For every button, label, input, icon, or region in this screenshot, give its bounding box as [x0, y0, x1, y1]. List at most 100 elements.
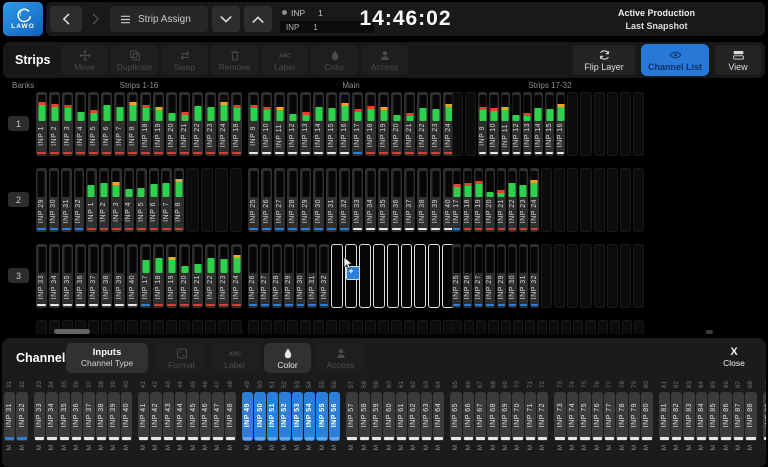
channel-strip[interactable]: INP 21 — [179, 92, 190, 156]
channel-strip[interactable]: INP 27 — [274, 168, 285, 232]
channel-strip[interactable]: INP 18 — [140, 92, 151, 156]
channel-strip[interactable]: INP 29 — [284, 244, 294, 308]
channel-strip[interactable]: INP 38 — [101, 244, 112, 308]
empty-strip[interactable] — [594, 92, 605, 156]
channel-strip[interactable]: INP 10 — [261, 92, 272, 156]
channel-tile[interactable]: INP 70 — [512, 392, 523, 441]
channel-tile[interactable]: INP 58 — [359, 392, 370, 441]
channel-tile[interactable]: INP 80 — [641, 392, 652, 441]
channel-strip[interactable]: INP 32 — [530, 244, 539, 308]
channel-strip[interactable]: INP 20 — [179, 244, 190, 308]
empty-strip[interactable] — [488, 320, 498, 334]
channel-tile[interactable]: INP 39 — [108, 392, 119, 441]
channel-strip[interactable]: INP 20 — [166, 92, 177, 156]
empty-strip[interactable] — [274, 320, 285, 334]
channel-tile[interactable]: INP 53 — [292, 392, 303, 441]
channel-tile[interactable]: INP 86 — [720, 392, 731, 441]
channel-strip[interactable]: INP 27 — [474, 244, 483, 308]
empty-strip[interactable] — [404, 320, 415, 334]
channel-tile[interactable]: INP 73 — [554, 392, 565, 441]
channel-strip[interactable]: INP 17 — [140, 244, 151, 308]
channel-strip[interactable]: INP 12 — [512, 92, 521, 156]
empty-strip[interactable] — [417, 320, 428, 334]
channel-tile[interactable]: INP 60 — [383, 392, 394, 441]
channel-tile[interactable]: INP 49 — [242, 392, 253, 441]
channel-strip[interactable]: INP 21 — [404, 92, 415, 156]
drop-target-strip[interactable] — [414, 244, 426, 308]
channel-strip[interactable]: INP 15 — [326, 92, 337, 156]
drop-target-strip[interactable] — [401, 244, 413, 308]
empty-strip[interactable] — [230, 168, 243, 232]
empty-strip[interactable] — [205, 320, 216, 334]
empty-strip[interactable] — [598, 320, 608, 334]
channel-tile[interactable]: INP 82 — [671, 392, 682, 441]
channel-strip[interactable]: INP 11 — [274, 92, 285, 156]
empty-strip[interactable] — [352, 320, 363, 334]
empty-strip[interactable] — [114, 320, 125, 334]
channel-strip[interactable]: INP 33 — [352, 168, 363, 232]
channel-strip[interactable]: INP 25 — [248, 168, 259, 232]
channel-strip[interactable]: INP 3 — [62, 92, 73, 156]
channel-strip[interactable]: INP 24 — [218, 92, 229, 156]
channel-strip[interactable]: INP 31 — [519, 244, 528, 308]
channel-strip[interactable]: INP 20 — [391, 92, 402, 156]
empty-strip[interactable] — [452, 320, 462, 334]
bank-button-1[interactable]: 1 — [8, 116, 29, 131]
empty-strip[interactable] — [580, 168, 591, 232]
empty-strip[interactable] — [554, 168, 565, 232]
channel-strip[interactable]: INP 31 — [326, 168, 337, 232]
channel-tile[interactable]: INP 50 — [254, 392, 265, 441]
channel-strip[interactable]: INP 26 — [261, 168, 272, 232]
channel-strip[interactable]: INP 35 — [378, 168, 389, 232]
channel-strip[interactable]: INP 19 — [378, 92, 389, 156]
channel-strip[interactable]: INP 17 — [352, 92, 363, 156]
channel-strip[interactable]: INP 5 — [136, 168, 147, 232]
channel-strip[interactable]: INP 33 — [36, 244, 47, 308]
channel-strip[interactable]: INP 21 — [192, 244, 203, 308]
empty-strip[interactable] — [101, 320, 112, 334]
channel-strip[interactable]: INP 36 — [75, 244, 86, 308]
empty-strip[interactable] — [620, 244, 631, 308]
bank-button-2[interactable]: 2 — [8, 192, 29, 207]
channel-tile[interactable]: INP 56 — [329, 392, 340, 441]
channel-strip[interactable]: INP 35 — [62, 244, 73, 308]
channel-strip[interactable]: INP 23 — [430, 92, 441, 156]
channel-strip[interactable]: INP 17 — [452, 168, 461, 232]
channel-tile[interactable]: INP 66 — [463, 392, 474, 441]
empty-strip[interactable] — [215, 168, 228, 232]
empty-strip[interactable] — [607, 244, 618, 308]
empty-strip[interactable] — [580, 244, 591, 308]
channel-strip[interactable]: INP 28 — [485, 244, 494, 308]
channel-strip[interactable]: INP 8 — [174, 168, 185, 232]
bank-button-3[interactable]: 3 — [8, 268, 29, 283]
drop-target-strip[interactable] — [359, 244, 371, 308]
empty-strip[interactable] — [561, 320, 571, 334]
channel-tile[interactable]: INP 62 — [408, 392, 419, 441]
channel-strip[interactable]: INP 12 — [287, 92, 298, 156]
channel-tile[interactable]: INP 77 — [604, 392, 615, 441]
channel-strip[interactable]: INP 23 — [519, 168, 528, 232]
channel-tile[interactable]: INP 63 — [421, 392, 432, 441]
empty-strip[interactable] — [620, 92, 631, 156]
channel-tile[interactable]: INP 43 — [163, 392, 174, 441]
channel-strip[interactable]: INP 32 — [339, 168, 350, 232]
channel-strip[interactable]: INP 2 — [49, 92, 60, 156]
channel-tile[interactable]: INP 64 — [433, 392, 444, 441]
channel-strip[interactable]: INP 37 — [404, 168, 415, 232]
channel-tile[interactable]: INP 65 — [450, 392, 461, 441]
channel-strip[interactable]: INP 9 — [248, 92, 259, 156]
channel-list-button[interactable]: Channel List — [641, 44, 709, 76]
channel-strip[interactable]: INP 29 — [497, 244, 506, 308]
channel-strip[interactable]: INP 24 — [530, 168, 539, 232]
channel-strip[interactable]: INP 8 — [127, 92, 138, 156]
channel-strip[interactable]: INP 32 — [74, 168, 85, 232]
empty-strip[interactable] — [430, 320, 441, 334]
channel-strip[interactable]: INP 14 — [313, 92, 324, 156]
channel-strip[interactable]: INP 23 — [218, 244, 229, 308]
channel-tile[interactable]: INP 79 — [629, 392, 640, 441]
empty-strip[interactable] — [501, 320, 511, 334]
channel-tile[interactable]: INP 34 — [46, 392, 57, 441]
empty-strip[interactable] — [633, 244, 644, 308]
bank-down-button[interactable] — [212, 6, 240, 32]
empty-strip[interactable] — [554, 244, 565, 308]
